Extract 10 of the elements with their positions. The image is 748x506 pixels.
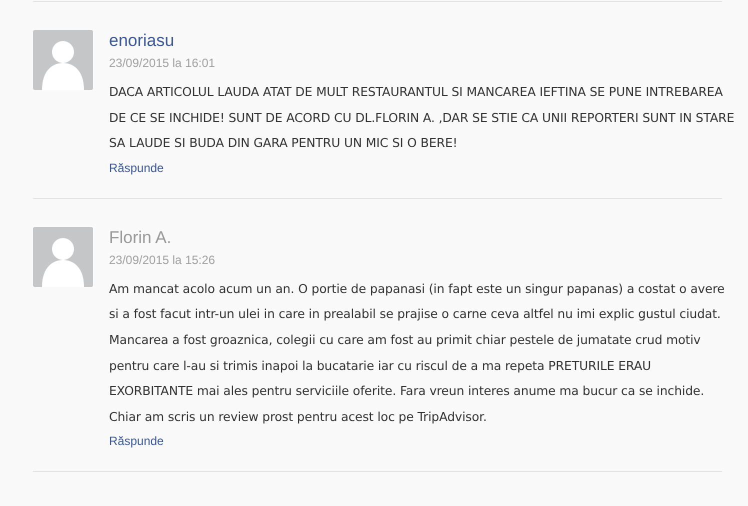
avatar-icon	[33, 30, 93, 90]
reply-link[interactable]: Răspunde	[109, 160, 164, 175]
comment-text: DACA ARTICOLUL LAUDA ATAT DE MULT RESTAURANTUL SI MANCAREA IEFTINA SE PUNE INTREBAREA DE CE SE INCHIDE! SUNT DE ACORD CU DL.FLORIN A. ,DAR SE STIE CA UNII REPORTERI SUNT IN STARE SA LAUDE SI BUDA DIN GARA PENTRU UN MIC SI O BERE!	[109, 84, 736, 152]
comment-date: 23/09/2015 la 15:26	[109, 252, 216, 268]
avatar-icon	[33, 226, 93, 287]
comment-text: Am mancat acolo acum un an. O portie de papanasi (in fapt este un singur papanas) a costat o avere si a fost facut intr-un ulei in care in prealabil se prajise o carne ceva altfel nu imi explic gustul ciudat. Mancarea a fost groaznica, colegii cu care am fost au primit chiar pestele de jumatate crud motiv pentru care l-au si trimis inapoi la bucatarie iar cu riscul de a ma repeta PRETURILE ERAU EXORBITANTE mai ales pentru serviciile oferite. Fara vreun interes anume ma bucur ca se inchide. Chiar am scris un review prost pentru acest loc pe TripAdvisor.	[109, 280, 726, 426]
comment-date: 23/09/2015 la 16:01	[109, 55, 216, 71]
author-name: Florin A.	[109, 226, 172, 249]
reply-link[interactable]: Răspunde	[109, 434, 164, 448]
author-link[interactable]: enoriasu	[109, 30, 174, 52]
